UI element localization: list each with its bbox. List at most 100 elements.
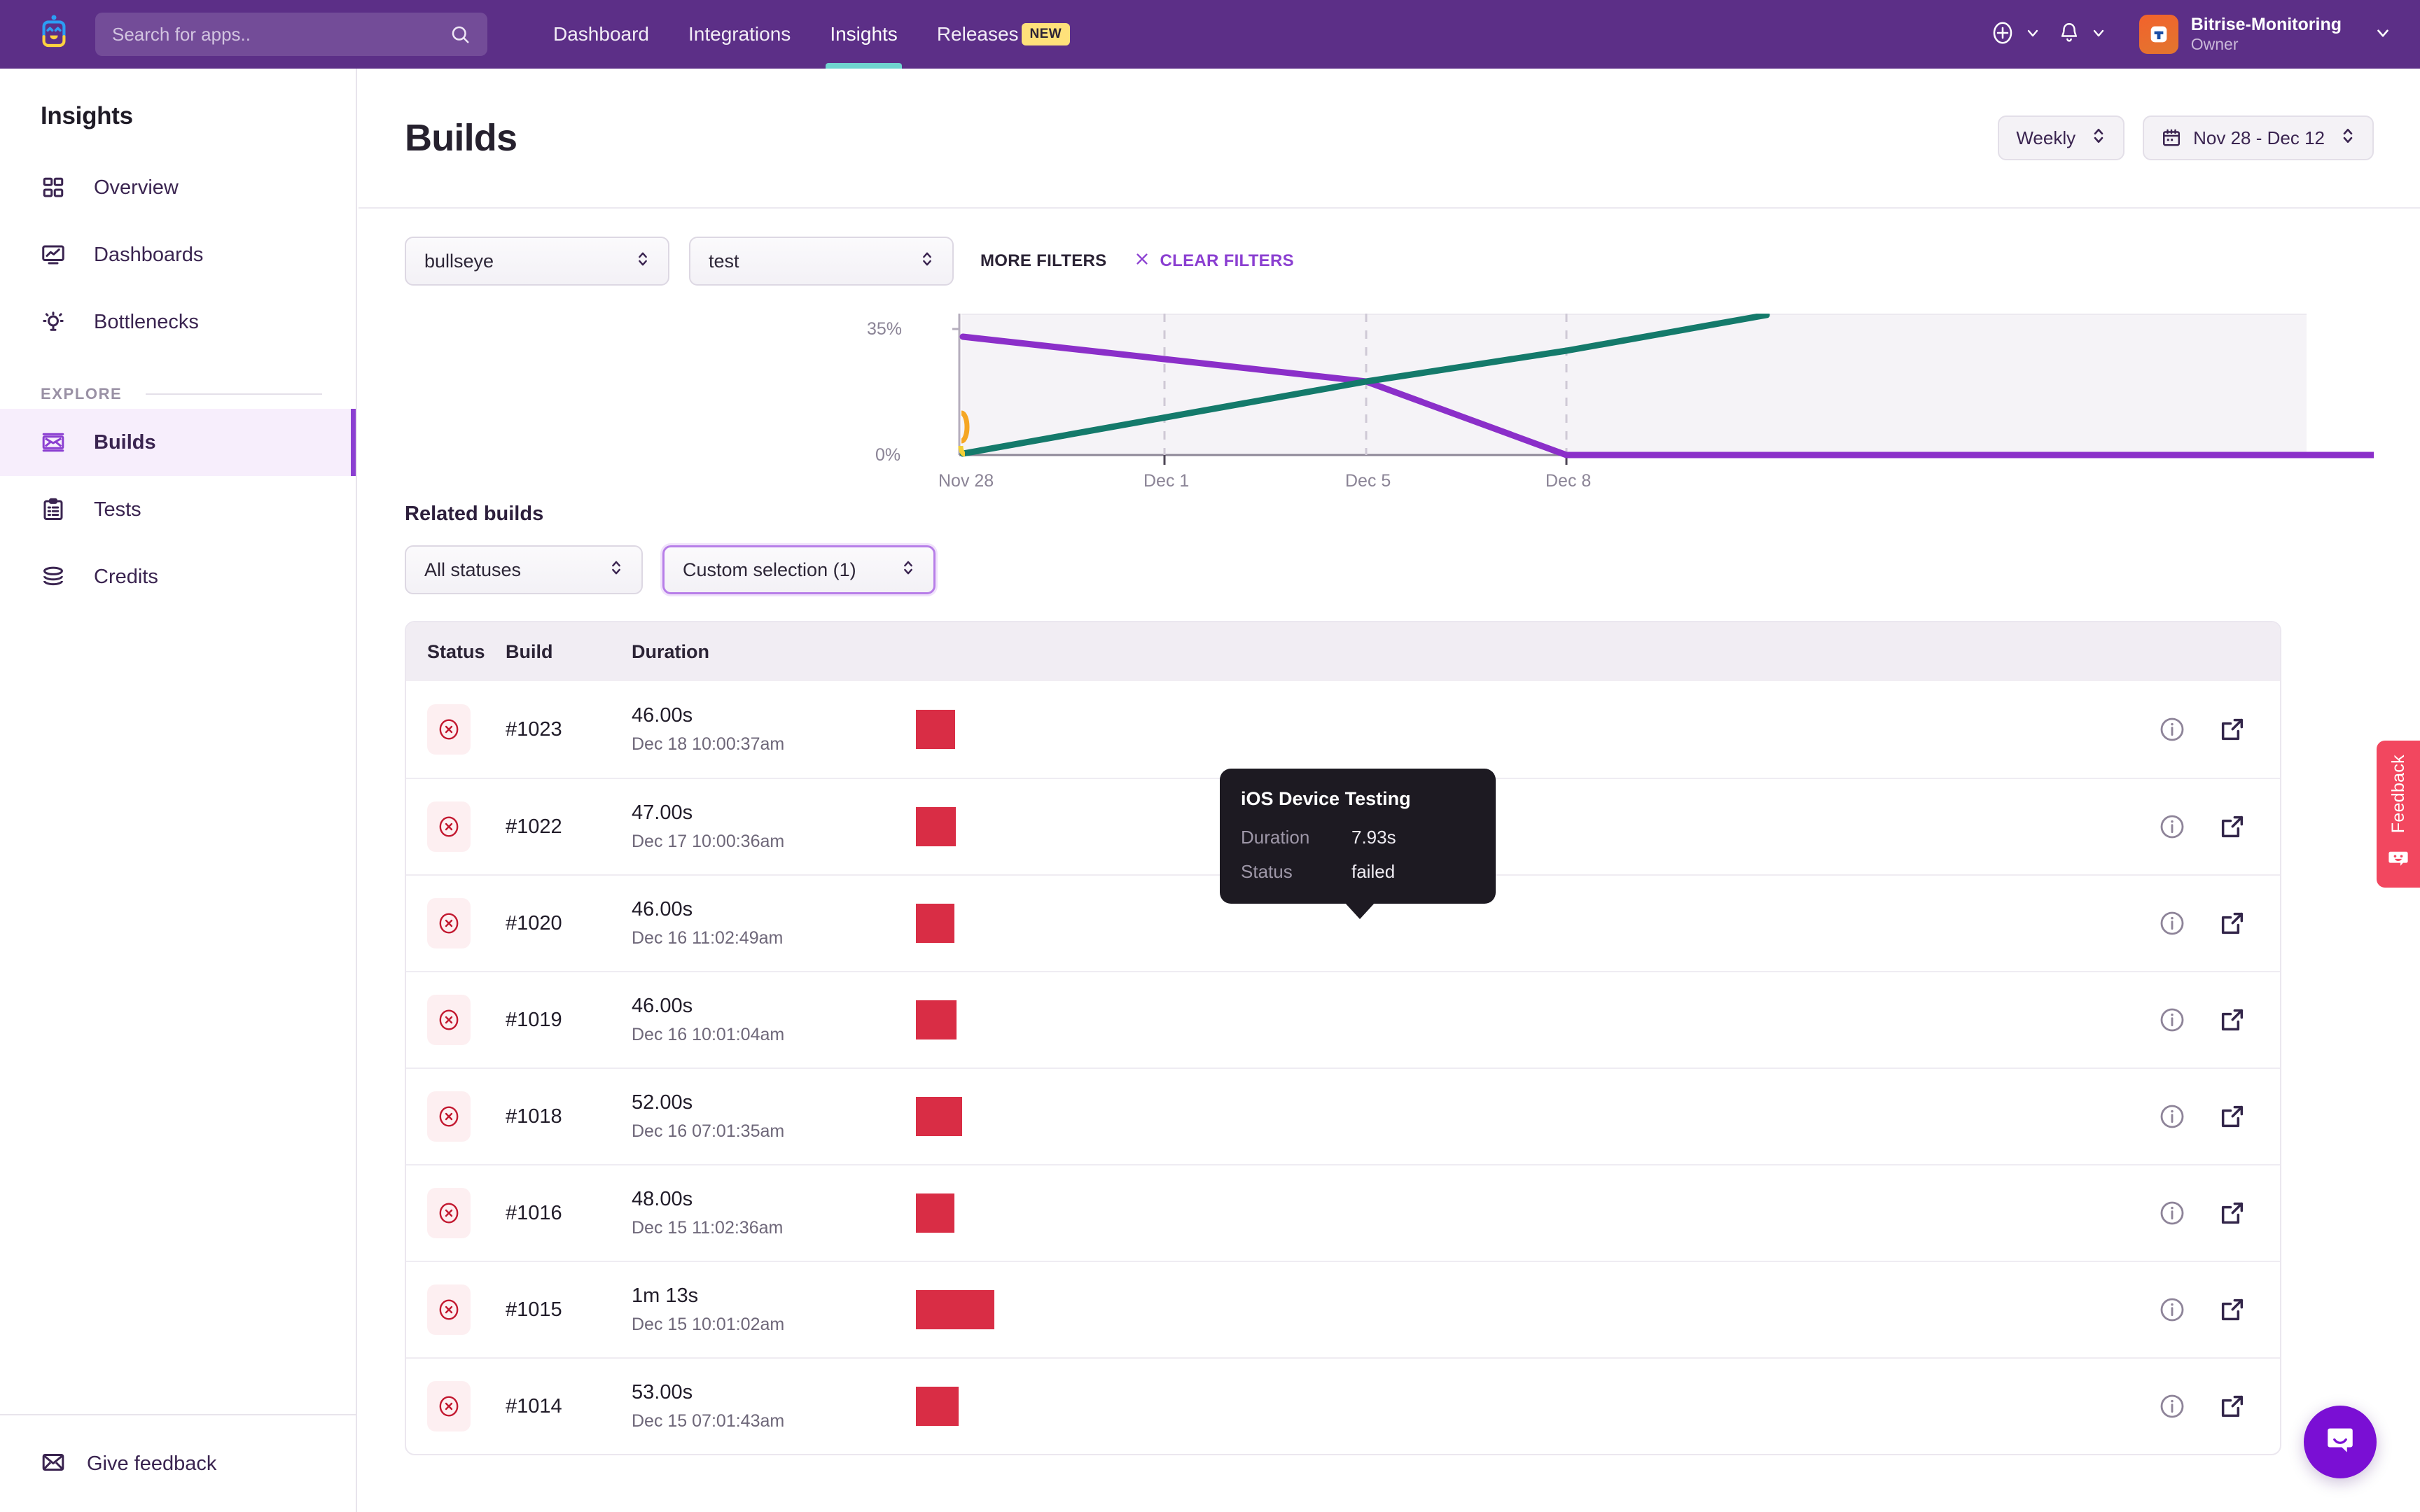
- search-icon: [450, 24, 471, 45]
- give-feedback-button[interactable]: Give feedback: [0, 1414, 356, 1512]
- more-filters-button[interactable]: MORE FILTERS: [980, 251, 1106, 271]
- table-row[interactable]: #102346.00sDec 18 10:00:37am: [406, 681, 2280, 778]
- notifications-button[interactable]: [2057, 20, 2107, 49]
- external-link-icon[interactable]: [2218, 1199, 2246, 1227]
- sidebar-item-bottlenecks[interactable]: Bottlenecks: [0, 288, 356, 356]
- row-duration-bar-cell[interactable]: [842, 1165, 2158, 1261]
- sidebar-item-tests-label: Tests: [94, 498, 141, 522]
- chart-xtick-dec1: Dec 1: [1143, 471, 1189, 491]
- table-row[interactable]: #101852.00sDec 16 07:01:35am: [406, 1068, 2280, 1164]
- nav-link-integrations-label: Integrations: [688, 23, 791, 46]
- nav-link-integrations[interactable]: Integrations: [669, 0, 810, 69]
- filter-bar: bullseye test MORE FILTERS CLEAR FILTERS: [359, 209, 2420, 314]
- custom-selection-select[interactable]: Custom selection (1): [662, 545, 936, 594]
- row-duration-bar-cell[interactable]: [842, 1261, 2158, 1358]
- duration-bar[interactable]: [916, 1194, 954, 1233]
- sidebar-item-tests[interactable]: Tests: [0, 476, 356, 543]
- external-link-icon[interactable]: [2218, 1296, 2246, 1324]
- search-box[interactable]: [95, 13, 487, 56]
- clear-filters-button[interactable]: CLEAR FILTERS: [1134, 251, 1293, 272]
- tooltip-duration-label: Duration: [1241, 827, 1351, 848]
- row-duration-date: Dec 15 11:02:36am: [632, 1218, 842, 1238]
- up-down-chevron-icon: [2340, 125, 2356, 151]
- page-title: Builds: [405, 116, 517, 160]
- granularity-select[interactable]: Weekly: [1998, 115, 2125, 160]
- nav-link-releases[interactable]: Releases NEW: [917, 0, 1090, 69]
- row-duration-value: 1m 13s: [632, 1284, 842, 1308]
- row-duration-bar-cell[interactable]: [842, 1358, 2158, 1455]
- table-row[interactable]: #101453.00sDec 15 07:01:43am: [406, 1357, 2280, 1454]
- row-duration-bar-cell[interactable]: [842, 972, 2158, 1068]
- row-duration-bar-cell[interactable]: [842, 778, 2158, 875]
- external-link-icon[interactable]: [2218, 1392, 2246, 1420]
- info-icon[interactable]: [2158, 1296, 2186, 1324]
- row-build-number: #1014: [506, 1395, 632, 1418]
- failed-icon: [427, 802, 471, 852]
- nav-link-dashboard[interactable]: Dashboard: [534, 0, 669, 69]
- row-status-cell: [406, 1381, 506, 1432]
- external-link-icon[interactable]: [2218, 1102, 2246, 1130]
- give-feedback-label: Give feedback: [87, 1452, 216, 1476]
- related-builds-heading: Related builds: [405, 503, 2374, 526]
- add-menu-button[interactable]: [1989, 20, 2041, 50]
- bell-icon: [2057, 20, 2082, 49]
- app-filter-value: bullseye: [424, 251, 494, 272]
- feedback-tab-label: Feedback: [2388, 755, 2409, 833]
- duration-bar[interactable]: [916, 1097, 962, 1136]
- external-link-icon[interactable]: [2218, 909, 2246, 937]
- row-duration-bar-cell[interactable]: [842, 1068, 2158, 1165]
- search-input[interactable]: [112, 24, 450, 46]
- app-filter-select[interactable]: bullseye: [405, 237, 669, 286]
- row-duration-value: 48.00s: [632, 1188, 842, 1211]
- info-icon[interactable]: [2158, 715, 2186, 743]
- chevron-down-icon: [2374, 24, 2392, 46]
- row-duration-cell: 47.00sDec 17 10:00:36am: [632, 802, 842, 852]
- clear-filters-label: CLEAR FILTERS: [1160, 251, 1293, 271]
- external-link-icon[interactable]: [2218, 813, 2246, 841]
- sidebar-item-builds[interactable]: Builds: [0, 409, 356, 476]
- duration-bar[interactable]: [916, 1290, 994, 1329]
- external-link-icon[interactable]: [2218, 1006, 2246, 1034]
- bitrise-bot-logo[interactable]: [20, 12, 88, 57]
- chevron-down-icon: [2090, 24, 2107, 45]
- table-row[interactable]: #101946.00sDec 16 10:01:04am: [406, 971, 2280, 1068]
- calendar-icon: [2161, 127, 2182, 148]
- row-actions: [2158, 1006, 2280, 1034]
- info-icon[interactable]: [2158, 1199, 2186, 1227]
- sidebar-item-dashboards[interactable]: Dashboards: [0, 221, 356, 288]
- row-duration-bar-cell[interactable]: [842, 875, 2158, 972]
- duration-bar[interactable]: [916, 904, 954, 943]
- table-row[interactable]: #101648.00sDec 15 11:02:36am: [406, 1164, 2280, 1261]
- failed-icon: [427, 898, 471, 948]
- status-filter-select[interactable]: All statuses: [405, 545, 643, 594]
- date-range-select[interactable]: Nov 28 - Dec 12: [2143, 115, 2374, 160]
- duration-bar[interactable]: [916, 1000, 957, 1040]
- sidebar-item-credits[interactable]: Credits: [0, 543, 356, 610]
- org-switcher[interactable]: Bitrise-Monitoring Owner: [2139, 15, 2392, 54]
- row-duration-cell: 52.00sDec 16 07:01:35am: [632, 1091, 842, 1142]
- row-actions: [2158, 1296, 2280, 1324]
- sidebar-item-overview[interactable]: Overview: [0, 154, 356, 221]
- nav-link-insights[interactable]: Insights: [810, 0, 917, 69]
- info-icon[interactable]: [2158, 1102, 2186, 1130]
- trend-chart: 35% 0% Nov 28 Dec 1 Dec 5 Dec 8: [359, 314, 2420, 496]
- info-icon[interactable]: [2158, 909, 2186, 937]
- row-actions: [2158, 1199, 2280, 1227]
- sidebar-primary-list: Overview Dashboards: [0, 154, 356, 356]
- duration-bar[interactable]: [916, 710, 955, 749]
- intercom-chat-button[interactable]: [2304, 1406, 2377, 1478]
- duration-bar[interactable]: [916, 807, 956, 846]
- info-icon[interactable]: [2158, 813, 2186, 841]
- row-duration-bar-cell[interactable]: [842, 681, 2158, 778]
- failed-icon: [427, 995, 471, 1045]
- table-row[interactable]: #10151m 13sDec 15 10:01:02am: [406, 1261, 2280, 1357]
- feedback-tab-button[interactable]: Feedback: [2377, 741, 2420, 888]
- external-link-icon[interactable]: [2218, 715, 2246, 743]
- related-builds-filters: All statuses Custom selection (1): [405, 545, 2374, 594]
- up-down-chevron-icon: [609, 558, 623, 582]
- duration-bar[interactable]: [916, 1387, 959, 1426]
- top-right-actions: Bitrise-Monitoring Owner: [1974, 15, 2420, 54]
- workflow-filter-select[interactable]: test: [689, 237, 954, 286]
- info-icon[interactable]: [2158, 1392, 2186, 1420]
- info-icon[interactable]: [2158, 1006, 2186, 1034]
